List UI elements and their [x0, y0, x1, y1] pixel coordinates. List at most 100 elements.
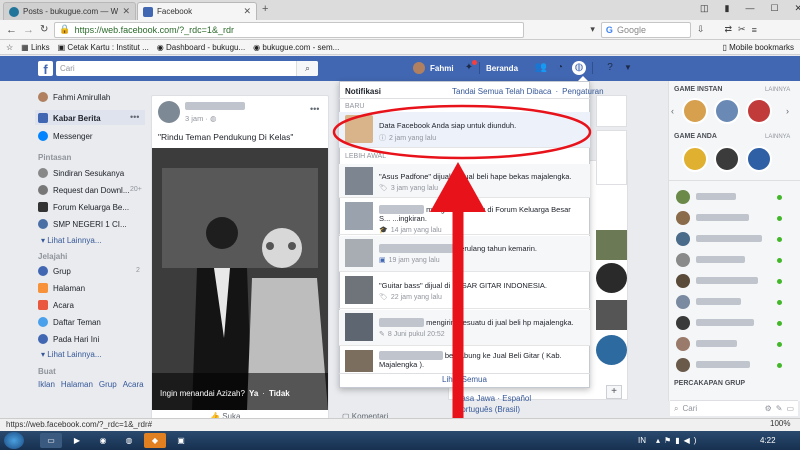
- sidebar-item-shortcut[interactable]: Request dan Downl...: [38, 185, 130, 195]
- profile-shortcut[interactable]: Fahmi Amirullah: [38, 92, 110, 102]
- side-thumbnail[interactable]: [596, 263, 627, 293]
- facebook-search-input[interactable]: Cari: [56, 61, 318, 76]
- star-icon[interactable]: ☆: [6, 43, 13, 52]
- see-more-link[interactable]: ▾ Lihat Lainnya...: [41, 236, 102, 245]
- search-button[interactable]: ⌕: [296, 61, 318, 76]
- contact-name[interactable]: [696, 214, 749, 221]
- contact-name[interactable]: [696, 256, 745, 263]
- side-thumbnail[interactable]: [596, 230, 627, 260]
- settings-icon[interactable]: ⚙: [765, 404, 772, 413]
- close-tab-icon[interactable]: ✕: [122, 6, 130, 17]
- create-event-link[interactable]: Acara: [123, 380, 144, 389]
- media-player-icon[interactable]: ▶: [66, 433, 88, 448]
- create-page-link[interactable]: Halaman: [61, 380, 93, 389]
- bookmark-dashboard[interactable]: ◉ Dashboard - bukugu...: [157, 43, 245, 52]
- mobile-bookmarks[interactable]: ▯ Mobile bookmarks: [722, 43, 794, 52]
- game-icon[interactable]: [682, 146, 708, 172]
- bookmark-links[interactable]: ▦ Links: [21, 43, 49, 52]
- address-bar[interactable]: 🔒 https://web.facebook.com/?_rdc=1&_rdr: [54, 21, 525, 38]
- contact-avatar[interactable]: [676, 295, 690, 309]
- more-link[interactable]: LAINNYA: [765, 87, 790, 93]
- maximize-icon[interactable]: ☐: [770, 3, 778, 14]
- dropdown-icon[interactable]: ▾: [590, 24, 595, 35]
- forward-icon[interactable]: →: [23, 24, 34, 36]
- messenger-icon[interactable]: ◔: [553, 61, 567, 75]
- create-group-link[interactable]: Grup: [99, 380, 117, 389]
- uc-browser-icon[interactable]: ◆: [144, 433, 166, 448]
- scroll-left-icon[interactable]: ‹: [671, 106, 674, 116]
- sidebar-item-news-feed[interactable]: Kabar Berita: [38, 113, 101, 123]
- sidebar-item-shortcut[interactable]: Forum Keluarga Be...: [38, 202, 129, 212]
- close-tab-icon[interactable]: ✕: [243, 6, 251, 17]
- bookmark-cetak[interactable]: ▣ Cetak Kartu : Institut ...: [58, 43, 149, 52]
- minimize-icon[interactable]: —: [745, 3, 754, 14]
- contact-avatar[interactable]: [676, 316, 690, 330]
- start-button-icon[interactable]: [4, 432, 24, 449]
- sidebar-item-pages[interactable]: Halaman: [38, 283, 85, 293]
- notifications-globe-icon[interactable]: ◍: [572, 61, 586, 75]
- scroll-right-icon[interactable]: ›: [786, 106, 789, 116]
- settings-arrow-icon[interactable]: ▼: [621, 61, 635, 75]
- notification-settings-link[interactable]: Pengaturan: [562, 87, 603, 96]
- avatar[interactable]: [413, 62, 425, 74]
- game-icon[interactable]: [714, 146, 740, 172]
- contact-avatar[interactable]: [676, 211, 690, 225]
- contact-name[interactable]: [696, 298, 741, 305]
- post-photo[interactable]: [152, 148, 328, 410]
- contact-avatar[interactable]: [676, 274, 690, 288]
- language-indicator[interactable]: IN: [638, 436, 646, 445]
- close-window-icon[interactable]: ✕: [795, 3, 800, 14]
- contact-name[interactable]: [696, 340, 737, 347]
- pin-icon[interactable]: ▮: [725, 3, 730, 14]
- translate-icon[interactable]: ⇄: [724, 24, 732, 35]
- profile-link[interactable]: Fahmi: [430, 64, 454, 73]
- video-icon[interactable]: ▭: [786, 404, 794, 413]
- mark-all-read-link[interactable]: Tandai Semua Telah Dibaca: [452, 87, 551, 96]
- game-icon[interactable]: [714, 98, 740, 124]
- side-thumbnail[interactable]: [596, 300, 627, 330]
- add-language-button[interactable]: +: [606, 385, 622, 399]
- sidebar-item-shortcut[interactable]: SMP NEGERI 1 CI...: [38, 219, 127, 229]
- side-thumbnail[interactable]: [596, 335, 627, 365]
- game-icon[interactable]: [682, 98, 708, 124]
- friend-requests-icon[interactable]: 👥: [534, 61, 548, 75]
- search-engine-box[interactable]: G Google: [600, 21, 691, 38]
- contact-name[interactable]: [696, 193, 736, 200]
- contact-avatar[interactable]: [676, 232, 690, 246]
- tray-icons[interactable]: ▴⚑▮◀): [656, 436, 700, 445]
- reload-icon[interactable]: ↻: [40, 24, 48, 35]
- save-page-icon[interactable]: ⇩: [697, 24, 705, 35]
- more-options-icon[interactable]: •••: [130, 112, 139, 122]
- sidebar-item-shortcut[interactable]: Sindiran Sesukanya: [38, 168, 124, 178]
- tag-yes-button[interactable]: Ya: [249, 389, 258, 398]
- menu-icon[interactable]: ≡: [752, 25, 757, 35]
- bookmark-bukugue[interactable]: ◉ bukugue.com - sem...: [253, 43, 339, 52]
- avatar[interactable]: [158, 101, 180, 123]
- contact-avatar[interactable]: [676, 190, 690, 204]
- contact-name[interactable]: [696, 319, 754, 326]
- browser-tab-word[interactable]: Posts - bukugue.com — Word ✕: [3, 2, 136, 20]
- game-icon[interactable]: [746, 146, 772, 172]
- explorer-icon[interactable]: ▭: [40, 433, 62, 448]
- zoom-level[interactable]: 100%: [770, 419, 790, 428]
- contact-name[interactable]: [696, 235, 762, 242]
- chat-search-bar[interactable]: ⌕ Cari ⚙ ✎ ▭: [670, 400, 798, 416]
- sidebar-item-on-this-day[interactable]: Pada Hari Ini: [38, 334, 99, 344]
- contact-avatar[interactable]: [676, 358, 690, 372]
- chrome-icon[interactable]: ◉: [92, 433, 114, 448]
- contact-name[interactable]: [696, 361, 750, 368]
- game-icon[interactable]: [746, 98, 772, 124]
- extension-icon[interactable]: ✂: [738, 24, 746, 35]
- see-more-link[interactable]: ▾ Lihat Lainnya...: [41, 350, 102, 359]
- post-options-icon[interactable]: •••: [310, 104, 319, 114]
- browser-tab-facebook[interactable]: Facebook ✕: [137, 2, 257, 20]
- help-icon[interactable]: ?: [603, 61, 617, 75]
- app-icon[interactable]: ▣: [170, 433, 192, 448]
- tag-no-button[interactable]: Tidak: [269, 389, 290, 398]
- contact-name[interactable]: [696, 277, 758, 284]
- tab-list-icon[interactable]: ◫: [700, 3, 709, 14]
- post-time[interactable]: 3 jam · ◍: [185, 114, 217, 123]
- home-link[interactable]: Beranda: [486, 64, 518, 73]
- new-tab-button[interactable]: +: [262, 3, 268, 15]
- facebook-logo-icon[interactable]: f: [38, 61, 53, 77]
